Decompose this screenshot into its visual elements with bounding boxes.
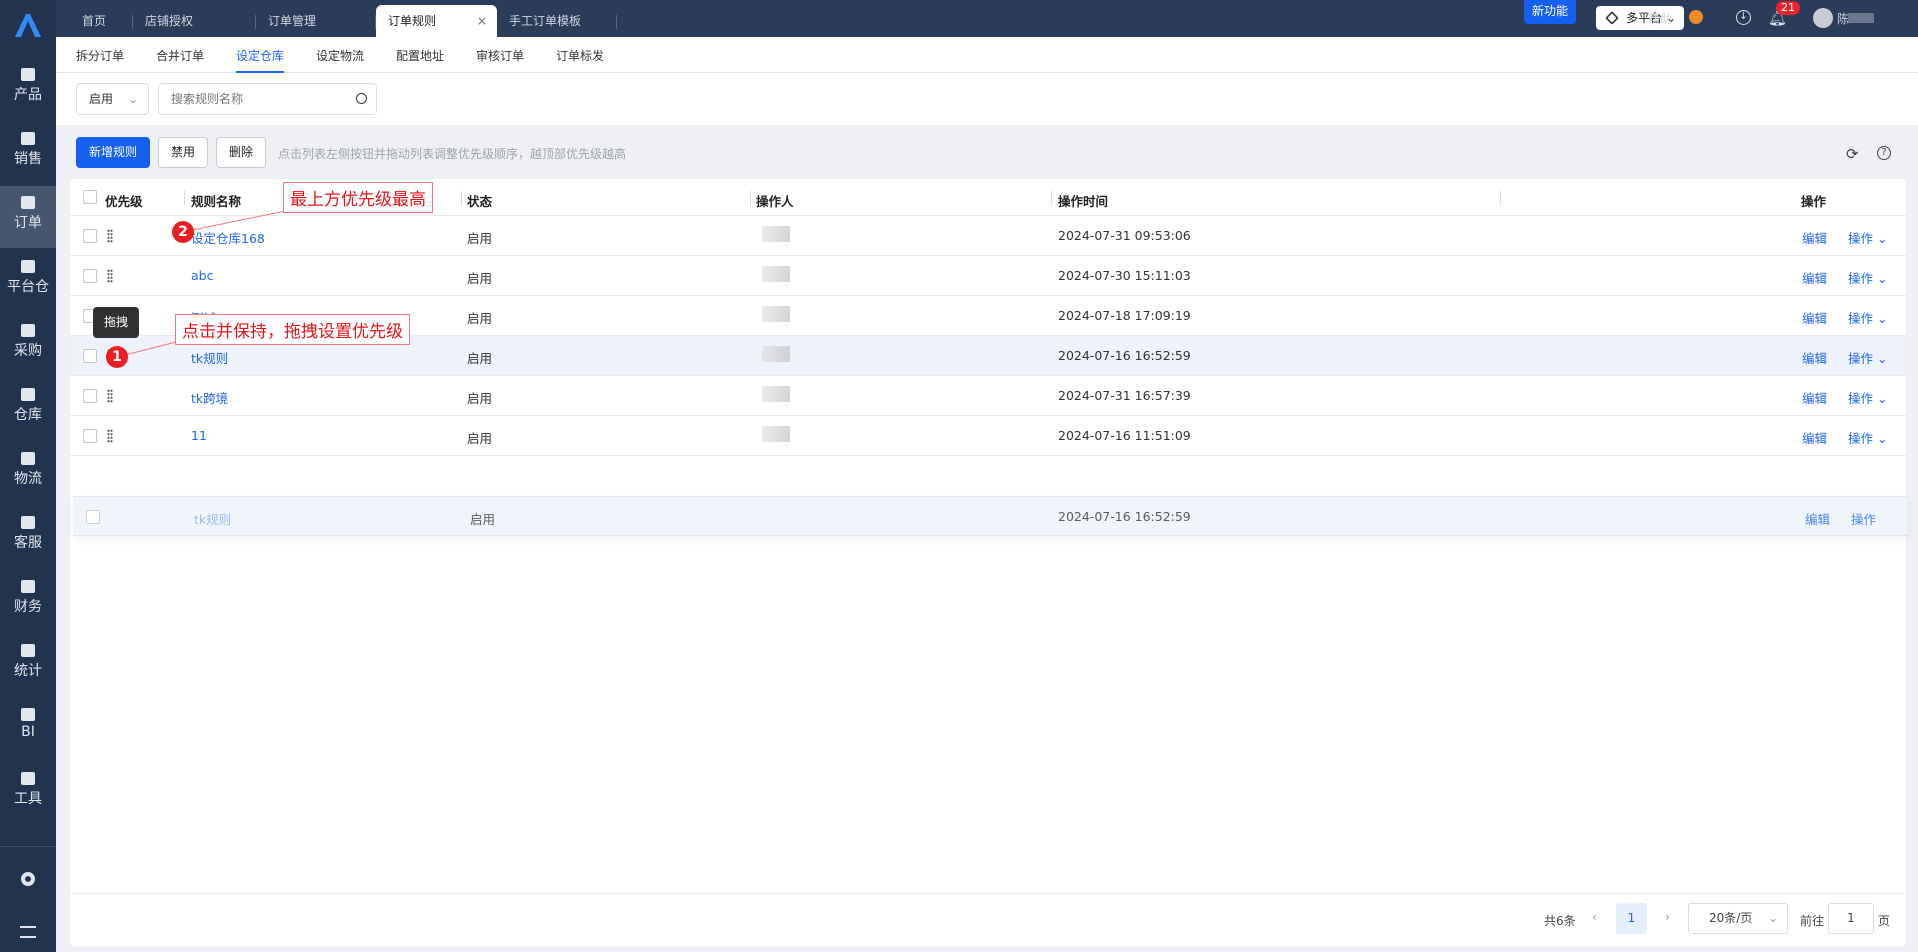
annotation-1-marker: 1	[106, 346, 128, 368]
annotation-lines	[116, 210, 286, 358]
annotation-2-marker: 2	[172, 221, 194, 243]
annotation-1-text: 点击并保持，拖拽设置优先级	[175, 314, 410, 345]
annotation-2-text: 最上方优先级最高	[283, 182, 433, 213]
